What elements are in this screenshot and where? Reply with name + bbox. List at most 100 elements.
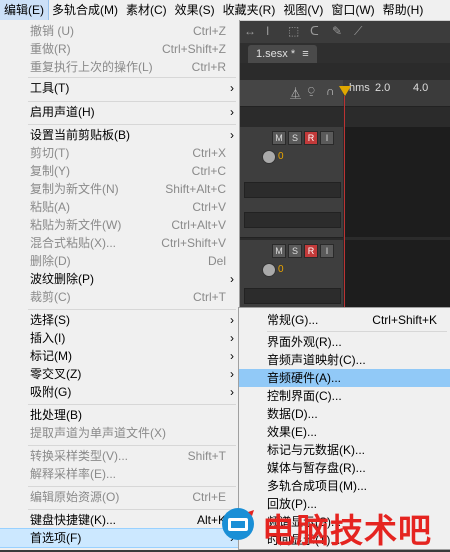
menu-item[interactable]: 吸附(G) ›: [0, 383, 240, 401]
menu-item[interactable]: 插入(I) ›: [0, 329, 240, 347]
menubar-item[interactable]: 收藏夹(R): [219, 0, 280, 20]
marquee-tool-icon[interactable]: ⬚: [288, 24, 299, 38]
menu-item[interactable]: 波纹删除(P) ›: [0, 270, 240, 288]
menubar-item[interactable]: 效果(S): [171, 0, 219, 20]
menu-item-shortcut: Ctrl+T: [193, 290, 226, 304]
menu-separator: [28, 77, 236, 78]
output-field[interactable]: [244, 212, 341, 228]
submenu-item[interactable]: 界面外观(R)...: [239, 333, 450, 351]
mute-button[interactable]: M: [272, 244, 286, 258]
submenu-item-label: 界面外观(R)...: [267, 335, 342, 349]
input-field[interactable]: [244, 182, 341, 198]
input-monitor-button[interactable]: I: [320, 131, 334, 145]
volume-knob[interactable]: [262, 263, 276, 277]
menu-item-label: 启用声道(H): [30, 105, 95, 119]
menu-item-label: 工具(T): [30, 81, 70, 95]
menu-item-shortcut: Shift+Alt+C: [165, 182, 226, 196]
menubar-item[interactable]: 多轨合成(M): [48, 0, 122, 20]
track-clip-area[interactable]: [345, 240, 450, 310]
menu-item-label: 标记(M): [30, 349, 72, 363]
submenu-item[interactable]: 多轨合成项目(M)...: [239, 477, 450, 495]
menu-separator: [28, 309, 236, 310]
menu-item-label: 零交叉(Z): [30, 367, 82, 381]
menu-item[interactable]: 首选项(F)›: [0, 528, 241, 548]
menu-item: 转换采样类型(V)... Shift+T: [0, 447, 240, 465]
submenu-item[interactable]: 音频硬件(A)...: [239, 369, 450, 387]
metronome-icon[interactable]: ⏅: [290, 85, 301, 101]
record-arm-button[interactable]: R: [304, 131, 318, 145]
menu-item-shortcut: Ctrl+V: [192, 200, 226, 214]
lasso-tool-icon[interactable]: ᑕ: [310, 24, 319, 38]
toolbar: ↔ I ⬚ ᑕ ✎ ⟋: [240, 21, 450, 44]
menu-item[interactable]: 设置当前剪贴板(B) ›: [0, 126, 240, 144]
mute-button[interactable]: M: [272, 131, 286, 145]
healing-tool-icon[interactable]: ⟋: [354, 24, 362, 39]
menu-item[interactable]: 工具(T) ›: [0, 79, 240, 97]
playhead-marker[interactable]: [339, 86, 351, 96]
submenu-arrow-icon: ›: [230, 128, 234, 142]
track-clip-area[interactable]: [345, 127, 450, 237]
menubar-item[interactable]: 编辑(E): [0, 0, 49, 21]
menu-item: 删除(D) Del: [0, 252, 240, 270]
input-field[interactable]: [244, 288, 341, 304]
menu-separator: [28, 124, 236, 125]
record-arm-button[interactable]: R: [304, 244, 318, 258]
submenu-item-label: 音频声道映射(C)...: [267, 353, 366, 367]
menu-item-label: 选择(S): [30, 313, 70, 327]
menu-item[interactable]: 标记(M) ›: [0, 347, 240, 365]
menubar-item[interactable]: 素材(C): [122, 0, 171, 20]
tab-session[interactable]: 1.sesx * ≡: [248, 45, 317, 63]
time-selection-tool-icon[interactable]: I: [266, 24, 269, 38]
menu-item[interactable]: 启用声道(H) ›: [0, 103, 240, 121]
menu-item-shortcut: Shift+T: [187, 449, 226, 463]
menu-item: 重复执行上次的操作(L) Ctrl+R: [0, 58, 240, 76]
menubar-item[interactable]: 窗口(W): [327, 0, 378, 20]
tab-menu-icon[interactable]: ≡: [302, 48, 308, 60]
input-monitor-icon[interactable]: ⍜: [308, 85, 315, 98]
headphones-icon[interactable]: ∩: [326, 84, 335, 98]
track-header: M S R I 0: [240, 240, 343, 311]
move-tool-icon[interactable]: ↔: [244, 24, 256, 38]
submenu-item[interactable]: 媒体与暂存盘(R)...: [239, 459, 450, 477]
menu-item-label: 撤销 (U): [30, 24, 74, 38]
submenu-arrow-icon: ›: [230, 105, 234, 119]
menu-item-label: 复制(Y): [30, 164, 70, 178]
menu-item: 粘贴(A) Ctrl+V: [0, 198, 240, 216]
menu-item: 裁剪(C) Ctrl+T: [0, 288, 240, 306]
menu-item: 撤销 (U) Ctrl+Z: [0, 22, 240, 40]
brush-tool-icon[interactable]: ✎: [332, 24, 342, 38]
menu-item-label: 首选项(F): [30, 531, 82, 545]
menu-item[interactable]: 批处理(B): [0, 406, 240, 424]
submenu-item[interactable]: 控制界面(C)...: [239, 387, 450, 405]
menu-item-label: 粘贴(A): [30, 200, 70, 214]
menu-item-label: 编辑原始资源(O): [30, 490, 120, 504]
submenu-arrow-icon: ›: [230, 349, 234, 363]
solo-button[interactable]: S: [288, 131, 302, 145]
menu-item-label: 混合式粘贴(X)...: [30, 236, 116, 250]
menu-separator: [28, 404, 236, 405]
menu-item-shortcut: Ctrl+Alt+V: [171, 218, 226, 232]
menubar-item[interactable]: 视图(V): [279, 0, 327, 20]
submenu-item-label: 控制界面(C)...: [267, 389, 342, 403]
submenu-item[interactable]: 音频声道映射(C)...: [239, 351, 450, 369]
submenu-item[interactable]: 效果(E)...: [239, 423, 450, 441]
menu-separator: [28, 486, 236, 487]
menu-item-shortcut: Ctrl+X: [192, 146, 226, 160]
menubar-item[interactable]: 帮助(H): [379, 0, 428, 20]
submenu-item-label: 音频硬件(A)...: [267, 371, 341, 385]
menu-item-label: 重做(R): [30, 42, 71, 56]
input-monitor-button[interactable]: I: [320, 244, 334, 258]
volume-knob[interactable]: [262, 150, 276, 164]
menu-item-label: 设置当前剪贴板(B): [30, 128, 130, 142]
menu-item[interactable]: 选择(S) ›: [0, 311, 240, 329]
tab-label: 1.sesx *: [256, 48, 296, 60]
menu-item[interactable]: 键盘快捷键(K)... Alt+K: [0, 511, 240, 529]
submenu-item[interactable]: 标记与元数据(K)...: [239, 441, 450, 459]
track-header: M S R I 0: [240, 127, 343, 238]
menu-item[interactable]: 零交叉(Z) ›: [0, 365, 240, 383]
submenu-item[interactable]: 数据(D)...: [239, 405, 450, 423]
time-ruler[interactable]: hms 2.0 4.0: [343, 80, 450, 106]
solo-button[interactable]: S: [288, 244, 302, 258]
menu-item-shortcut: Ctrl+C: [191, 164, 226, 178]
submenu-item[interactable]: 常规(G)... Ctrl+Shift+K: [239, 311, 450, 329]
